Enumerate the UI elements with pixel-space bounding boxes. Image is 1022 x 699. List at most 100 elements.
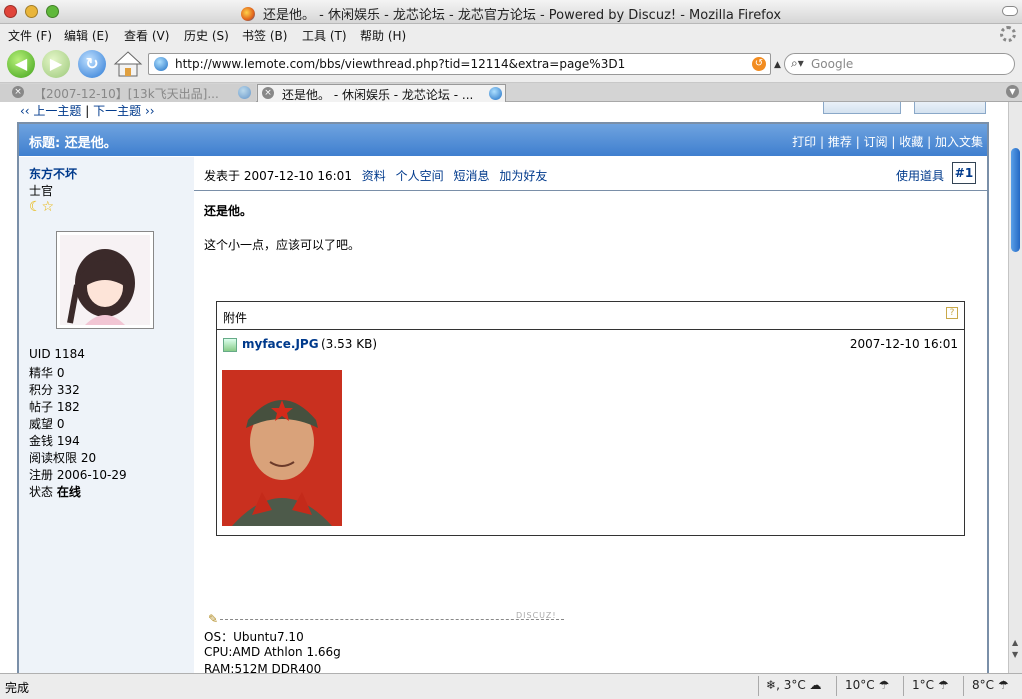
- subscribe-link[interactable]: 订阅: [864, 135, 888, 149]
- forward-button[interactable]: ▶: [42, 50, 70, 78]
- vertical-scrollbar[interactable]: ▲ ▼: [1008, 102, 1022, 673]
- stat-prestige: 威望 0: [29, 417, 65, 431]
- weather-today[interactable]: ❄, 3°C ☁: [766, 678, 822, 692]
- web-content: ‹‹ 上一主题 | 下一主题 ›› 标题: 还是他。 打印 | 推荐 | 订阅 …: [0, 102, 1008, 673]
- stat-read-permission: 阅读权限 20: [29, 451, 97, 465]
- prev-topic-link[interactable]: ‹‹ 上一主题: [20, 104, 81, 118]
- search-engine-icon[interactable]: ⌕▾: [791, 56, 804, 71]
- add-collection-link[interactable]: 加入文集: [935, 135, 983, 149]
- post-panel: 发表于 2007-12-10 16:01 资料 个人空间 短消息 加为好友 使用…: [194, 157, 987, 673]
- author-name-link[interactable]: 东方不坏: [29, 165, 77, 182]
- use-props-link[interactable]: 使用道具: [896, 167, 944, 184]
- short-message-link[interactable]: 短消息: [453, 169, 489, 183]
- reply-button[interactable]: [914, 102, 986, 114]
- url-bar[interactable]: http://www.lemote.com/bbs/viewthread.php…: [148, 53, 771, 75]
- tab-list-icon[interactable]: ▼: [1006, 85, 1019, 98]
- tab-inactive[interactable]: × 【2007-12-10】[13k飞天出品]...: [0, 84, 256, 102]
- status-divider: [836, 676, 837, 696]
- add-friend-link[interactable]: 加为好友: [499, 169, 547, 183]
- signature-divider: [220, 619, 564, 620]
- topic-nav-divider: |: [85, 104, 90, 118]
- search-placeholder: Google: [811, 57, 854, 71]
- reload-icon: ↻: [85, 54, 99, 73]
- thread-box: 标题: 还是他。 打印 | 推荐 | 订阅 | 收藏 | 加入文集 东方不坏 士…: [17, 122, 989, 673]
- toolbar-toggle-button[interactable]: [1002, 6, 1018, 16]
- post-floor-number[interactable]: #1: [952, 162, 976, 184]
- attachment-filename-link[interactable]: myface.JPG: [242, 337, 319, 351]
- avatar-drawing: [60, 235, 150, 325]
- attachment-label: 附件: [223, 311, 248, 325]
- menu-help[interactable]: 帮助 (H): [360, 27, 406, 44]
- menu-tools[interactable]: 工具 (T): [302, 27, 347, 44]
- status-text: 完成: [5, 681, 30, 695]
- status-divider: [963, 676, 964, 696]
- post-meta: 发表于 2007-12-10 16:01 资料 个人空间 短消息 加为好友: [204, 167, 547, 184]
- firefox-icon: [240, 7, 255, 21]
- weather-day-3[interactable]: 1°C ☂: [912, 678, 949, 692]
- rss-feed-icon[interactable]: ↺: [752, 57, 766, 71]
- stat-status: 状态 在线: [29, 485, 81, 499]
- cloud-icon: ☁: [809, 678, 822, 692]
- new-topic-button[interactable]: [823, 102, 901, 114]
- arrow-left-icon: ◀: [14, 54, 28, 73]
- post-divider: [194, 190, 987, 191]
- avatar[interactable]: [56, 231, 154, 329]
- tab-bar: × 【2007-12-10】[13k飞天出品]... × 还是他。 - 休闲娱乐…: [0, 83, 1022, 102]
- search-input[interactable]: ⌕▾ Google: [784, 53, 1015, 75]
- tab-favicon-icon: [238, 86, 251, 99]
- discuz-watermark: DISCUZ!: [516, 611, 557, 620]
- stat-registered: 注册 2006-10-29: [29, 468, 127, 482]
- home-icon: [113, 51, 143, 77]
- profile-link[interactable]: 资料: [362, 169, 386, 183]
- menu-edit[interactable]: 编辑 (E): [64, 27, 109, 44]
- image-file-icon: [223, 338, 237, 352]
- close-tab-icon[interactable]: ×: [12, 86, 24, 98]
- url-text[interactable]: http://www.lemote.com/bbs/viewthread.php…: [175, 57, 625, 71]
- menu-view[interactable]: 查看 (V): [124, 27, 169, 44]
- next-topic-link[interactable]: 下一主题 ››: [93, 104, 154, 118]
- navigation-toolbar: ◀ ▶ ↻ http://www.lemote.com/bbs/viewthre…: [0, 45, 1022, 83]
- attachment-image[interactable]: [222, 370, 342, 526]
- menu-history[interactable]: 历史 (S): [184, 27, 229, 44]
- signature-line-cpu: CPU:AMD Athlon 1.66g: [204, 645, 341, 659]
- attachment-size: (3.53 KB): [321, 337, 377, 351]
- weather-day-4[interactable]: 8°C ☂: [972, 678, 1009, 692]
- signature-line-os: OS：Ubuntu7.10: [204, 630, 304, 644]
- favorite-link[interactable]: 收藏: [899, 135, 923, 149]
- status-divider: [758, 676, 759, 696]
- rain-cloud-icon: ☂: [937, 678, 949, 692]
- stat-money: 金钱 194: [29, 434, 80, 448]
- post-body: 这个小一点，应该可以了吧。: [204, 238, 361, 252]
- thread-header: 标题: 还是他。 打印 | 推荐 | 订阅 | 收藏 | 加入文集: [19, 124, 987, 156]
- weather-day-2[interactable]: 10°C ☂: [845, 678, 889, 692]
- tab-label: 还是他。 - 休闲娱乐 - 龙芯论坛 - ...: [282, 88, 474, 102]
- scroll-up-icon[interactable]: ▲: [1012, 638, 1018, 647]
- attachment-date: 2007-12-10 16:01: [849, 337, 958, 351]
- home-button[interactable]: [113, 49, 143, 79]
- attachment-header: 附件 ?: [217, 302, 964, 330]
- tab-favicon-icon: [489, 87, 502, 100]
- print-link[interactable]: 打印: [792, 135, 816, 149]
- scroll-down-icon[interactable]: ▼: [1012, 650, 1018, 659]
- menu-file[interactable]: 文件 (F): [8, 27, 52, 44]
- url-dropdown-icon[interactable]: ▲: [774, 60, 781, 70]
- recommend-link[interactable]: 推荐: [828, 135, 852, 149]
- window-titlebar: 还是他。 - 休闲娱乐 - 龙芯论坛 - 龙芯官方论坛 - Powered by…: [0, 0, 1022, 24]
- stat-posts: 帖子 182: [29, 400, 80, 414]
- portrait-photo: [222, 370, 342, 526]
- window-title-area: 还是他。 - 休闲娱乐 - 龙芯论坛 - 龙芯官方论坛 - Powered by…: [0, 4, 1022, 23]
- tab-label: 【2007-12-10】[13k飞天出品]...: [34, 87, 219, 101]
- rank-stars-icon: ☾☆: [29, 199, 55, 215]
- back-button[interactable]: ◀: [7, 50, 35, 78]
- reload-button[interactable]: ↻: [78, 50, 106, 78]
- help-icon[interactable]: ?: [946, 307, 958, 319]
- attachment-box: 附件 ? myface.JPG (3.53 KB) 2007-12-10 16:…: [216, 301, 965, 536]
- personal-space-link[interactable]: 个人空间: [396, 169, 444, 183]
- stat-points: 积分 332: [29, 383, 80, 397]
- scrollbar-thumb[interactable]: [1011, 148, 1020, 252]
- menu-bar: 文件 (F) 编辑 (E) 查看 (V) 历史 (S) 书签 (B) 工具 (T…: [0, 24, 1022, 45]
- close-tab-icon[interactable]: ×: [262, 87, 274, 99]
- header-divider: |: [927, 135, 935, 149]
- menu-bookmarks[interactable]: 书签 (B): [242, 27, 287, 44]
- tab-active[interactable]: × 还是他。 - 休闲娱乐 - 龙芯论坛 - ...: [257, 84, 506, 102]
